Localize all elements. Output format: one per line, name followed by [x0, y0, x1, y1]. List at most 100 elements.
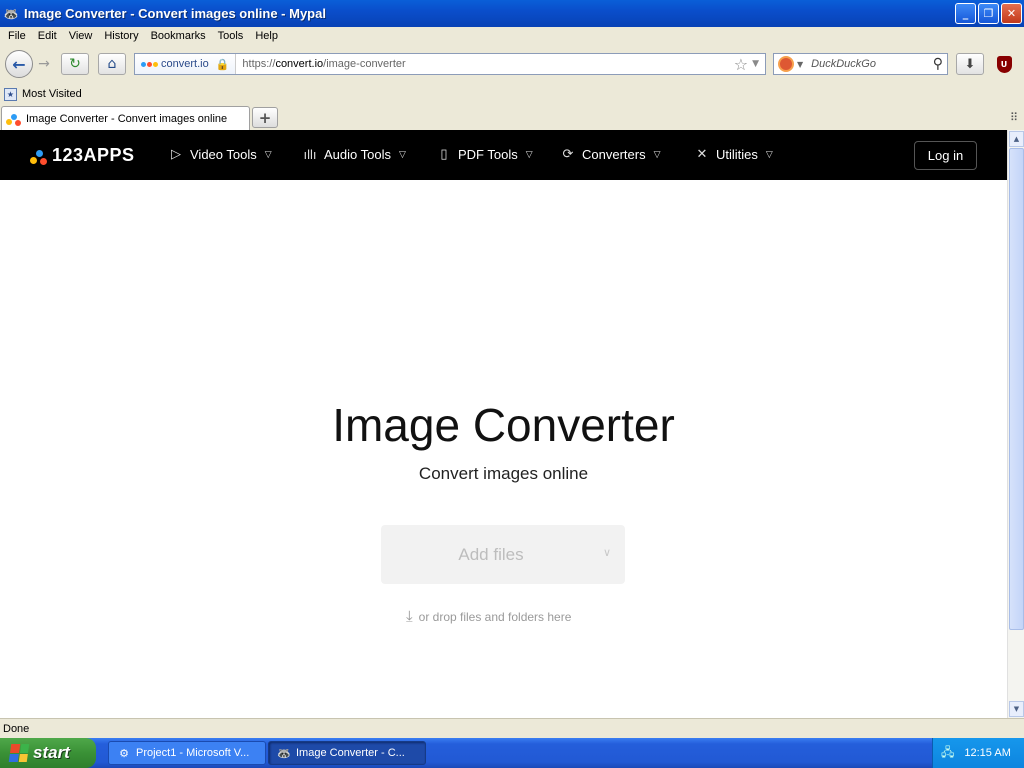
bookmark-star-icon[interactable]: ☆ [734, 55, 748, 74]
taskbar-item-label: Project1 - Microsoft V... [136, 747, 250, 759]
login-button[interactable]: Log in [914, 141, 977, 170]
url-host: convert.io [275, 58, 324, 70]
nav-audio-tools[interactable]: ıllı Audio Tools ▽ [302, 146, 406, 162]
url-path: /image-converter [323, 58, 406, 70]
ublock-button[interactable]: U [990, 53, 1018, 75]
add-files-button[interactable]: Add files ∨ [381, 525, 625, 584]
nav-audio-tools-label: Audio Tools [324, 146, 391, 162]
menu-edit[interactable]: Edit [32, 30, 63, 42]
system-tray: 🖧 12:15 AM [932, 738, 1024, 768]
reload-button[interactable]: ↻ [61, 53, 89, 75]
taskbar-item-image-converter[interactable]: 🦝 Image Converter - C... [268, 741, 426, 765]
back-button[interactable]: ← [5, 50, 33, 78]
menu-file[interactable]: File [2, 30, 32, 42]
tab-list-icon[interactable]: ⠿ [1010, 111, 1018, 124]
page-title: Image Converter [332, 399, 675, 451]
site-favicon-icon [141, 61, 158, 67]
nav-pdf-tools-label: PDF Tools [458, 146, 518, 162]
close-button[interactable]: ✕ [1001, 3, 1022, 24]
downloads-button[interactable]: ⬇ [956, 53, 984, 75]
scroll-down-icon[interactable]: ▼ [1009, 701, 1024, 717]
nav-converters[interactable]: ⟳ Converters ▽ [560, 146, 661, 162]
tab-image-converter[interactable]: Image Converter - Convert images online [1, 106, 250, 130]
chevron-down-icon[interactable]: ∨ [603, 546, 611, 559]
minimize-button[interactable]: _ [955, 3, 976, 24]
menu-view[interactable]: View [63, 30, 99, 42]
nav-converters-label: Converters [582, 146, 646, 162]
menu-tools[interactable]: Tools [212, 30, 250, 42]
window-title: Image Converter - Convert images online … [24, 6, 326, 21]
add-files-label: Add files [458, 545, 524, 564]
window-controls: _ ❐ ✕ [955, 3, 1022, 24]
waveform-icon: ıllı [303, 146, 317, 162]
home-button[interactable]: ⌂ [98, 53, 126, 75]
ublock-shield-icon: U [996, 55, 1012, 73]
page-subtitle: Convert images online [418, 464, 589, 483]
bookmarks-toolbar: ★ Most Visited [0, 84, 1024, 104]
start-label: start [33, 743, 70, 762]
url-bar[interactable]: convert.io 🔒 https://convert.io/image-co… [134, 53, 766, 75]
lock-icon: 🔒 [215, 58, 230, 71]
scroll-up-icon[interactable]: ▲ [1009, 131, 1024, 147]
search-bar[interactable]: ▼ DuckDuckGo ⚲ [773, 53, 948, 75]
visual-basic-icon: ⚙ [119, 747, 129, 760]
bookmark-most-visited[interactable]: Most Visited [22, 88, 82, 100]
search-input[interactable]: DuckDuckGo [811, 58, 933, 70]
mypal-app-icon: 🦝 [3, 6, 19, 21]
duckduckgo-icon[interactable] [778, 56, 794, 72]
document-icon: ▯ [440, 146, 448, 161]
windows-logo-icon [8, 744, 30, 762]
menu-help[interactable]: Help [249, 30, 284, 42]
windows-taskbar: start ⚙ Project1 - Microsoft V... 🦝 Imag… [0, 738, 1024, 768]
maximize-button[interactable]: ❐ [978, 3, 999, 24]
clock[interactable]: 12:15 AM [964, 747, 1010, 759]
new-tab-button[interactable]: + [252, 107, 278, 128]
taskbar-item-project1[interactable]: ⚙ Project1 - Microsoft V... [108, 741, 266, 765]
tab-title: Image Converter - Convert images online [26, 112, 228, 125]
menu-history[interactable]: History [98, 30, 144, 42]
mypal-app-icon: 🦝 [277, 747, 291, 760]
nav-pdf-tools[interactable]: ▯ PDF Tools ▽ [436, 146, 533, 162]
page-content: 123APPS ▷ Video Tools ▽ ıllı Audio Tools… [0, 130, 1007, 718]
scrollbar-thumb[interactable] [1009, 148, 1024, 630]
chevron-down-icon: ▽ [398, 148, 406, 159]
window-titlebar: 🦝 Image Converter - Convert images onlin… [0, 0, 1024, 27]
back-arrow-icon: ← [12, 54, 26, 74]
site-identity-button[interactable]: convert.io 🔒 [135, 54, 237, 74]
brand-dots-icon [30, 147, 48, 165]
chevron-down-icon: ▽ [765, 148, 773, 159]
identity-label: convert.io [161, 58, 209, 70]
url-text[interactable]: https://convert.io/image-converter [242, 58, 733, 70]
drop-zone-hint: ⤓ or drop files and folders here [406, 608, 571, 625]
nav-video-tools-label: Video Tools [190, 146, 257, 162]
tab-favicon-icon [6, 111, 22, 127]
network-icon[interactable]: 🖧 [941, 743, 954, 764]
url-history-dropdown-icon[interactable]: ▼ [752, 59, 759, 69]
chevron-down-icon: ▽ [264, 148, 272, 159]
site-header: 123APPS ▷ Video Tools ▽ ıllı Audio Tools… [0, 130, 1007, 180]
chevron-down-icon: ▽ [525, 148, 533, 159]
drop-hint-text: or drop files and folders here [418, 609, 572, 624]
vertical-scrollbar[interactable]: ▲ ▼ [1007, 130, 1024, 718]
nav-utilities[interactable]: ✕ Utilities ▽ [694, 146, 773, 162]
nav-utilities-label: Utilities [716, 146, 758, 162]
status-text: Done [3, 722, 30, 735]
taskbar-item-label: Image Converter - C... [296, 747, 405, 759]
nav-video-tools[interactable]: ▷ Video Tools ▽ [168, 146, 272, 162]
forward-button[interactable]: → [34, 55, 54, 73]
start-button[interactable]: start [0, 738, 96, 768]
menu-bar: File Edit View History Bookmarks Tools H… [0, 27, 1024, 45]
search-icon[interactable]: ⚲ [933, 56, 943, 72]
download-arrow-icon: ⬇ [964, 56, 976, 72]
home-icon: ⌂ [107, 56, 117, 72]
tools-icon: ✕ [696, 146, 708, 161]
forward-arrow-icon: → [38, 56, 50, 72]
navigation-toolbar: ← → ↻ ⌂ convert.io 🔒 https://convert.io/… [0, 45, 1024, 83]
brand-logo-link[interactable]: 123APPS [30, 145, 135, 166]
brand-name: 123APPS [52, 145, 135, 165]
search-engine-dropdown-icon[interactable]: ▼ [797, 60, 803, 69]
most-visited-folder-icon: ★ [4, 87, 17, 101]
chevron-down-icon: ▽ [653, 148, 661, 159]
menu-bookmarks[interactable]: Bookmarks [145, 30, 212, 42]
url-scheme: https:// [242, 58, 276, 70]
